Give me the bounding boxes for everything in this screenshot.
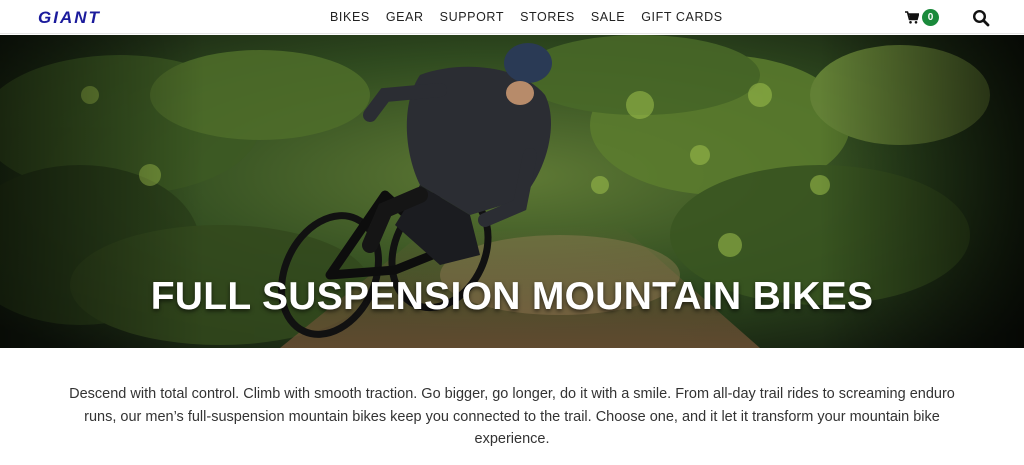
category-description: Descend with total control. Climb with s… [69,386,955,447]
main-nav: BIKES GEAR SUPPORT STORES SALE GIFT CARD… [330,0,739,34]
cart-count-badge: 0 [922,8,939,26]
cart-button[interactable]: 0 [905,8,939,26]
nav-stores[interactable]: STORES [520,10,575,24]
logo-text: GIANT [38,8,101,26]
search-icon[interactable] [972,9,990,27]
nav-gift-cards[interactable]: GIFT CARDS [641,10,722,24]
nav-support[interactable]: SUPPORT [440,10,504,24]
nav-gear[interactable]: GEAR [386,10,424,24]
nav-bikes[interactable]: BIKES [330,10,370,24]
hero-title: FULL SUSPENSION MOUNTAIN BIKES [150,275,874,318]
cart-icon [905,10,919,24]
giant-logo[interactable]: GIANT [38,8,146,26]
site-header: GIANT BIKES GEAR SUPPORT STORES SALE GIF… [0,0,1024,34]
nav-sale[interactable]: SALE [591,10,625,24]
hero-banner: FULL SUSPENSION MOUNTAIN BIKES [0,35,1024,348]
